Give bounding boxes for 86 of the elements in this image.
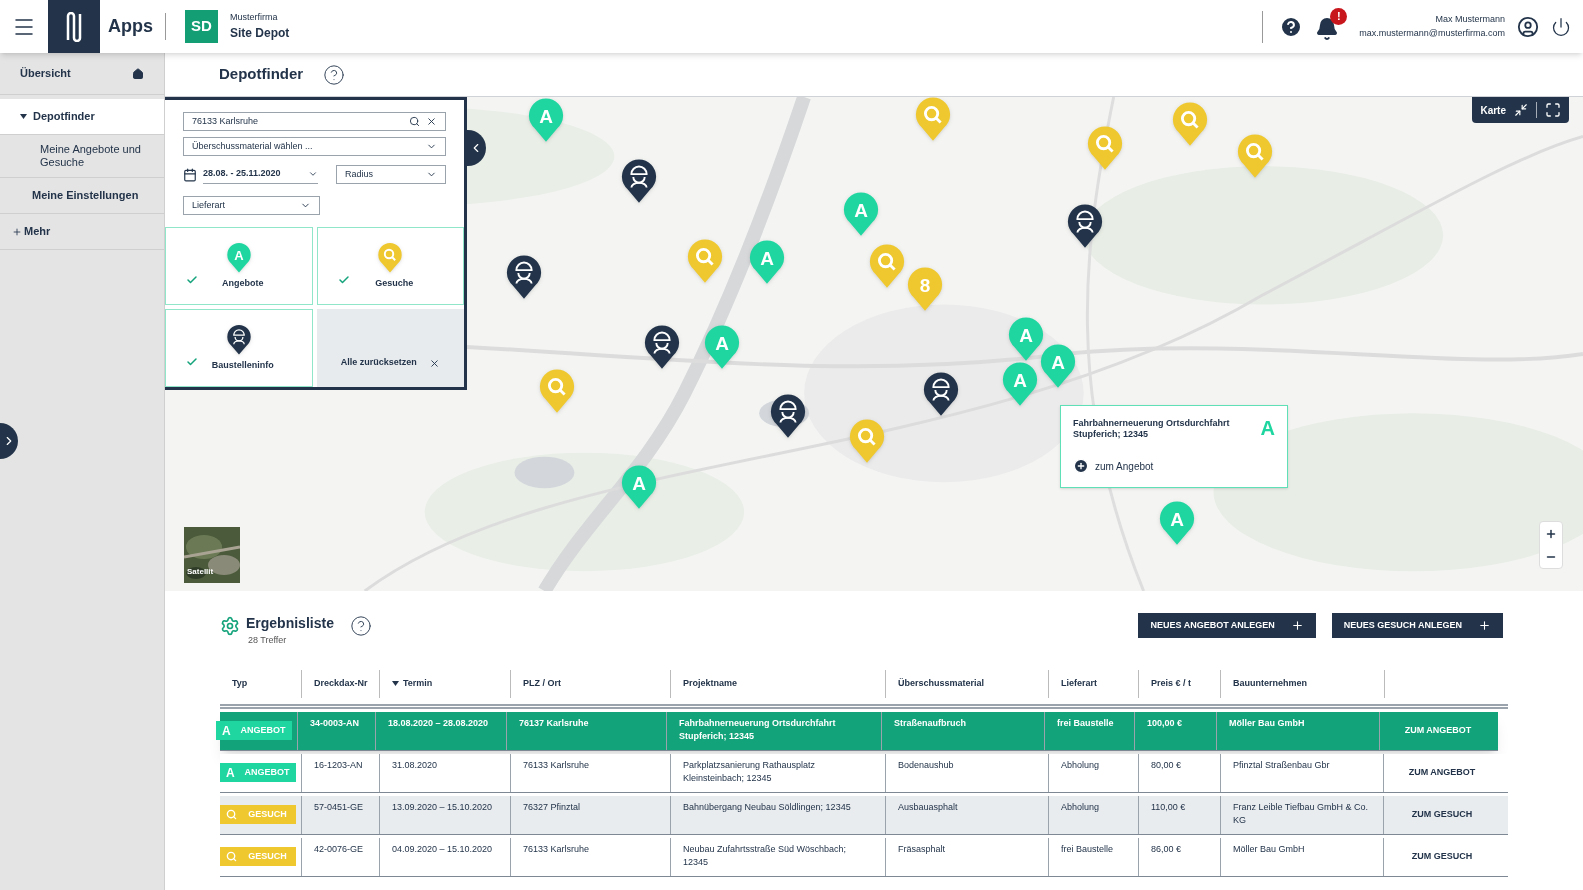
- plus-icon: [1478, 619, 1491, 632]
- table-cell: frei Baustelle: [1049, 837, 1139, 876]
- table-cell: Bahnübergang Neubau Söldlingen; 12345: [671, 795, 886, 834]
- table-cell: 76137 Karlsruhe: [507, 711, 667, 750]
- user-email: max.mustermann@musterfirma.com: [1359, 26, 1505, 40]
- logo[interactable]: [48, 0, 100, 53]
- column-header[interactable]: Preis € / t: [1139, 669, 1221, 698]
- plus-icon: [1290, 619, 1304, 632]
- help-icon[interactable]: [349, 615, 372, 637]
- table-cell: 57-0451-GE: [302, 795, 380, 834]
- table-cell: Abholung: [1049, 795, 1139, 834]
- type-label: GESUCH: [247, 807, 288, 821]
- type-label: ANGEBOT: [240, 723, 286, 737]
- type-label: GESUCH: [247, 849, 288, 863]
- settings-icon[interactable]: [220, 616, 240, 636]
- page-title: Depotfinder: [219, 64, 304, 85]
- column-header[interactable]: Überschussmaterial: [886, 669, 1049, 698]
- table-cell: 86,00 €: [1139, 837, 1221, 876]
- power-icon[interactable]: [1551, 16, 1571, 37]
- offer-letter: A: [222, 722, 232, 740]
- table-cell: Franz Leible Tiefbau GmbH & Co. KG: [1221, 795, 1384, 834]
- app-badge: SD: [185, 10, 218, 43]
- table-cell: 04.09.2020 – 15.10.2020: [380, 837, 511, 876]
- sidebar-item[interactable]: Meine Einstellungen: [0, 178, 164, 214]
- row-action-button[interactable]: ZUM ANGEBOT: [1384, 753, 1500, 792]
- table-cell: 42-0076-GE: [302, 837, 380, 876]
- table-cell: Fahrbahnerneuerung Ortsdurchfahrt Stupferich; 12345: [667, 711, 882, 750]
- table-cell: Möller Bau GmbH: [1221, 837, 1384, 876]
- apps-label[interactable]: Apps: [108, 13, 166, 40]
- caret-icon: [20, 114, 27, 119]
- table-cell: 76327 Pfinztal: [511, 795, 671, 834]
- column-header[interactable]: Bauunternehmen: [1221, 669, 1384, 698]
- table-cell: frei Baustelle: [1045, 711, 1135, 750]
- result-row[interactable]: GESUCH 42-0076-GE 04.09.2020 – 15.10.2020 76133 Karlsruhe Neubau Zufahrtsstraße Süd Wöschbach; 12345 Fräsasphalt frei Baustelle 86,00 € Möller Bau GmbH ZUM GESUCH: [220, 837, 1508, 877]
- results-count: 28 Treffer: [247, 634, 288, 647]
- type-label: ANGEBOT: [244, 765, 290, 779]
- table-cell: Fräsasphalt: [886, 837, 1049, 876]
- result-row[interactable]: GESUCH 57-0451-GE 13.09.2020 – 15.10.2020 76327 Pfinztal Bahnübergang Neubau Söldlingen; 12345 Ausbauasphalt Abholung 110,00 € Franz Leible Tiefbau GmbH & Co. KG ZUM GESUCH: [220, 795, 1508, 835]
- column-header[interactable]: Dreckdax-Nr: [302, 669, 380, 698]
- table-cell: Neubau Zufahrtsstraße Süd Wöschbach; 12345: [671, 837, 886, 876]
- table-cell: Straßenaufbruch: [882, 711, 1045, 750]
- sidebar-item[interactable]: Übersicht: [0, 53, 164, 95]
- table-cell: 31.08.2020: [380, 753, 511, 792]
- user-name: Max Mustermann: [1435, 13, 1505, 26]
- notification-badge: !: [1330, 7, 1348, 25]
- sort-icon: [392, 681, 399, 686]
- company-name: Musterfirma: [230, 10, 279, 24]
- offer-letter: A: [226, 764, 236, 782]
- table-cell: 80,00 €: [1139, 753, 1221, 792]
- result-row[interactable]: A ANGEBOT 16-1203-AN 31.08.2020 76133 Karlsruhe Parkplatzsanierung Rathausplatz Kleinsteinbach; 12345 Bodenaushub Abholung 80,00 € Pfinztal Straßenbau Gbr ZUM ANGEBOT: [220, 753, 1508, 793]
- sidebar-item[interactable]: Mehr: [0, 214, 164, 250]
- table-cell: 16-1203-AN: [302, 753, 380, 792]
- table-cell: 13.09.2020 – 15.10.2020: [380, 795, 511, 834]
- column-header[interactable]: Projektname: [671, 669, 886, 698]
- table-cell: 110,00 €: [1139, 795, 1221, 834]
- table-cell: 76133 Karlsruhe: [511, 837, 671, 876]
- home-icon: [132, 67, 144, 80]
- user-icon[interactable]: [1517, 15, 1539, 38]
- table-cell: Pfinztal Straßenbau Gbr: [1221, 753, 1384, 792]
- table-cell: Abholung: [1049, 753, 1139, 792]
- row-action-button[interactable]: ZUM GESUCH: [1384, 837, 1500, 876]
- create-button[interactable]: NEUES ANGEBOT ANLEGEN: [1138, 613, 1316, 638]
- table-cell: Ausbauasphalt: [886, 795, 1049, 834]
- notifications-icon[interactable]: [1315, 16, 1340, 41]
- sidebar-subitem[interactable]: Meine Angebote und Gesuche: [0, 135, 164, 178]
- create-button[interactable]: NEUES GESUCH ANLEGEN: [1331, 613, 1503, 638]
- sidebar-item[interactable]: Depotfinder: [0, 99, 164, 135]
- table-cell: 34-0003-AN: [298, 711, 376, 750]
- expand-sidebar-button[interactable]: [0, 423, 18, 459]
- column-header[interactable]: PLZ / Ort: [511, 669, 671, 698]
- table-cell: 18.08.2020 – 28.08.2020: [376, 711, 507, 750]
- column-header[interactable]: Termin: [380, 669, 511, 698]
- column-header[interactable]: Lieferart: [1049, 669, 1139, 698]
- table-cell: Bodenaushub: [886, 753, 1049, 792]
- app-name: Site Depot: [230, 25, 290, 43]
- plus-icon: [12, 226, 22, 237]
- help-icon[interactable]: [323, 63, 346, 86]
- row-action-button[interactable]: ZUM GESUCH: [1384, 795, 1500, 834]
- column-header[interactable]: Typ: [220, 669, 302, 698]
- search-icon: [226, 809, 237, 820]
- results-title: Ergebnisliste: [246, 614, 334, 633]
- table-cell: Möller Bau GmbH: [1217, 711, 1380, 750]
- table-cell: Parkplatzsanierung Rathausplatz Kleinsteinbach; 12345: [671, 753, 886, 792]
- table-cell: 76133 Karlsruhe: [511, 753, 671, 792]
- table-cell: 100,00 €: [1135, 711, 1217, 750]
- search-icon: [226, 851, 237, 862]
